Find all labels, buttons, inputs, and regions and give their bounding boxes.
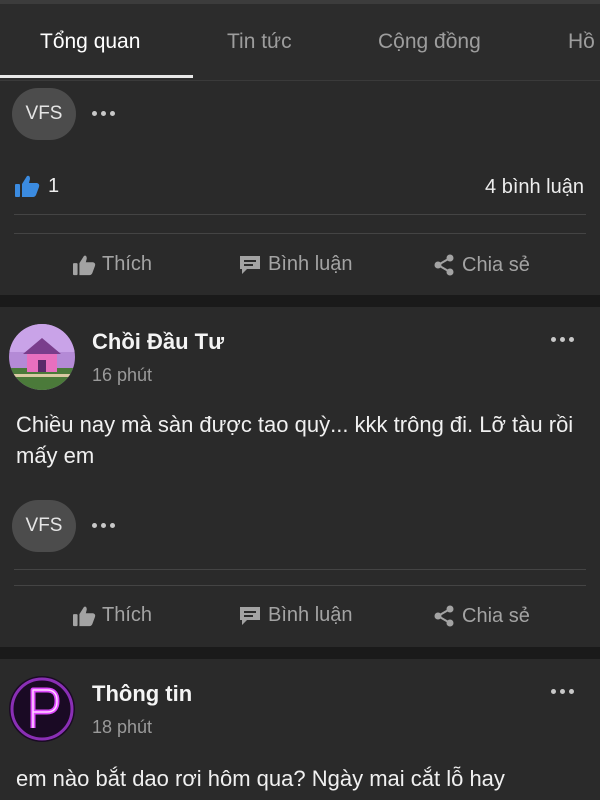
reaction-summary[interactable]: 1 bbox=[14, 174, 59, 198]
divider bbox=[14, 585, 586, 586]
post-text: em nào bắt dao rơi hôm qua? Ngày mai cắt… bbox=[16, 766, 505, 791]
comment-count[interactable]: 4 bình luận bbox=[485, 176, 584, 199]
post-card: VFS 1 4 bình luận Thích Bình luận Chia s… bbox=[0, 81, 600, 295]
tab-community[interactable]: Cộng đồng bbox=[378, 30, 481, 54]
post-time: 18 phút bbox=[92, 717, 153, 737]
like-button[interactable]: Thích bbox=[72, 253, 152, 276]
top-tab-bar: Tổng quan Tin tức Cộng đồng Hồ bbox=[0, 0, 600, 81]
tab-overview[interactable]: Tổng quan bbox=[40, 30, 140, 54]
like-count: 1 bbox=[48, 174, 60, 197]
comment-label: Bình luận bbox=[268, 604, 353, 626]
thumbs-up-icon bbox=[73, 606, 96, 626]
neon-p-avatar-image bbox=[9, 676, 75, 742]
comment-label: Bình luận bbox=[268, 253, 353, 275]
comment-button[interactable]: Bình luận bbox=[238, 253, 353, 276]
thumbs-up-icon bbox=[15, 175, 40, 197]
post-time: 16 phút bbox=[92, 365, 153, 385]
like-label: Thích bbox=[102, 604, 153, 626]
more-icon[interactable] bbox=[92, 111, 115, 116]
post-card: Chồi Đầu Tư 16 phút Chiều nay mà sàn đượ… bbox=[0, 307, 600, 647]
share-button[interactable]: Chia sẻ bbox=[432, 604, 530, 628]
divider bbox=[14, 569, 586, 570]
share-label: Chia sẻ bbox=[462, 253, 530, 276]
divider bbox=[14, 233, 586, 234]
avatar[interactable] bbox=[9, 324, 75, 390]
more-icon[interactable] bbox=[92, 523, 115, 528]
more-icon[interactable] bbox=[551, 689, 574, 694]
thumbs-up-icon bbox=[73, 255, 96, 275]
stock-tag-chip[interactable]: VFS bbox=[12, 88, 76, 140]
more-icon[interactable] bbox=[551, 337, 574, 342]
stock-tag-chip[interactable]: VFS bbox=[12, 500, 76, 552]
post-card: Thông tin 18 phút em nào bắt dao rơi hôm… bbox=[0, 659, 600, 800]
comment-button[interactable]: Bình luận bbox=[238, 604, 353, 627]
share-label: Chia sẻ bbox=[462, 604, 530, 627]
author-name[interactable]: Thông tin bbox=[92, 681, 192, 707]
divider bbox=[14, 214, 586, 215]
post-text: Chiều nay mà sàn được tao quỳ... kkk trô… bbox=[16, 412, 574, 468]
like-label: Thích bbox=[102, 253, 153, 275]
author-name[interactable]: Chồi Đầu Tư bbox=[92, 329, 224, 355]
avatar[interactable] bbox=[9, 676, 75, 742]
share-icon bbox=[434, 605, 454, 627]
comment-icon bbox=[240, 255, 260, 274]
tab-profile[interactable]: Hồ bbox=[568, 30, 595, 54]
share-button[interactable]: Chia sẻ bbox=[432, 253, 530, 277]
status-strip bbox=[0, 0, 600, 4]
active-tab-indicator bbox=[0, 75, 193, 78]
share-icon bbox=[434, 254, 454, 276]
like-button[interactable]: Thích bbox=[72, 604, 152, 627]
tab-news[interactable]: Tin tức bbox=[227, 30, 292, 54]
comment-icon bbox=[240, 606, 260, 625]
house-avatar-image bbox=[9, 324, 75, 390]
